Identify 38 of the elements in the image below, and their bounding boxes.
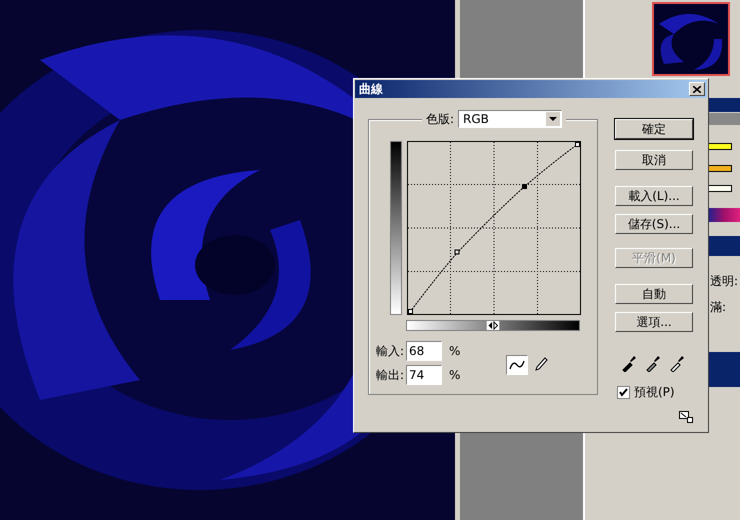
panel-header bbox=[708, 98, 740, 112]
panel-label: 滿: bbox=[710, 299, 728, 315]
dialog-button[interactable]: 確定 bbox=[615, 119, 693, 139]
curve-graph[interactable] bbox=[407, 141, 581, 315]
pencil-icon bbox=[534, 357, 548, 373]
eyedropper-icon[interactable] bbox=[645, 354, 661, 372]
output-field[interactable]: 74 bbox=[406, 365, 442, 385]
eyedropper-icon[interactable] bbox=[669, 354, 685, 372]
channel-dropdown[interactable]: RGB bbox=[458, 110, 562, 128]
eyedropper-icon[interactable] bbox=[621, 354, 637, 372]
color-spectrum bbox=[708, 208, 740, 222]
dialog-button[interactable]: 選項... bbox=[615, 312, 693, 332]
slider-track bbox=[708, 143, 732, 150]
dialog-button[interactable]: 取消 bbox=[615, 150, 693, 170]
dialog-button[interactable]: 儲存(S)... bbox=[615, 214, 693, 234]
swap-arrows-icon[interactable] bbox=[486, 321, 500, 330]
input-field[interactable]: 68 bbox=[406, 341, 442, 361]
close-button[interactable] bbox=[689, 82, 705, 96]
slider-track bbox=[708, 165, 732, 172]
unit-label: % bbox=[449, 344, 460, 358]
checkbox[interactable] bbox=[617, 386, 630, 399]
checkbox-label: 預視(P) bbox=[634, 384, 675, 401]
input-label: 輸入: bbox=[376, 342, 404, 360]
unit-label: % bbox=[449, 368, 460, 382]
close-icon bbox=[693, 86, 701, 92]
curve-icon bbox=[508, 358, 526, 372]
slider-track bbox=[708, 185, 732, 192]
panel-header bbox=[708, 113, 740, 125]
window-title: 曲線 bbox=[359, 80, 383, 98]
curve-tool-button[interactable] bbox=[506, 355, 528, 375]
panel-header bbox=[708, 352, 740, 387]
dialog-button[interactable]: 載入(L)... bbox=[615, 186, 693, 206]
dialog-button[interactable]: 自動 bbox=[615, 284, 693, 304]
channel-label: 色版: bbox=[426, 110, 454, 128]
output-label: 輸出: bbox=[376, 366, 404, 384]
expand-icon[interactable] bbox=[679, 411, 693, 423]
panel-header bbox=[708, 236, 740, 256]
panel-label: 透明: bbox=[710, 273, 738, 289]
